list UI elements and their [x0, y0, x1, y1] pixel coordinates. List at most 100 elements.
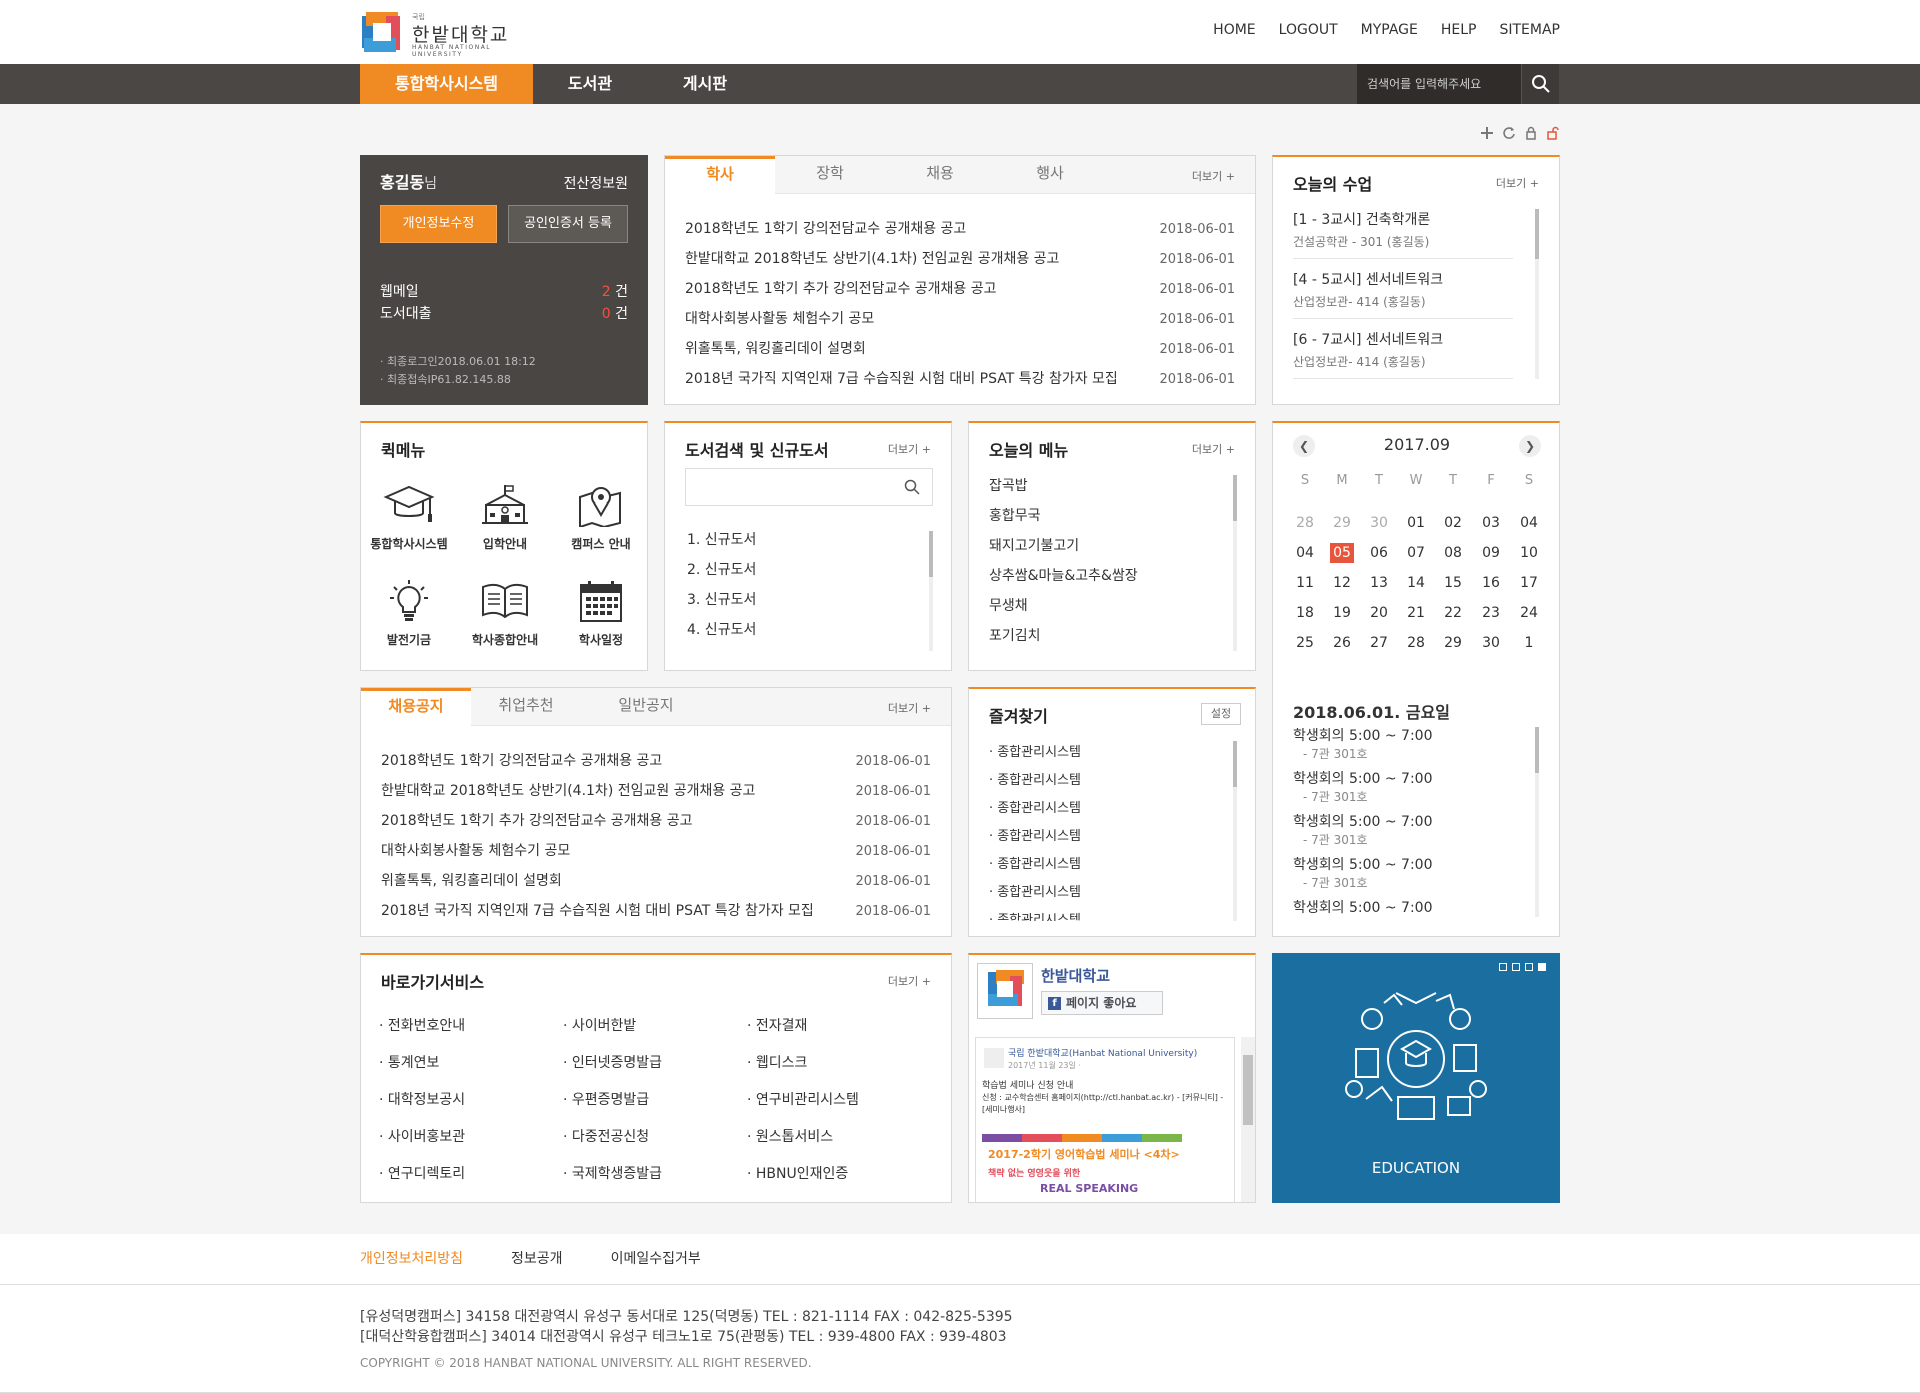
shortcut-link[interactable]: · 전자결재: [747, 1015, 807, 1035]
university-logo[interactable]: 국립 한밭대학교 HANBAT NATIONAL UNIVERSITY: [360, 10, 540, 58]
calendar-day[interactable]: 26: [1330, 635, 1354, 651]
webmail-row[interactable]: 웹메일 2 건: [380, 281, 628, 301]
events-scrollbar[interactable]: [1535, 727, 1539, 917]
job-row[interactable]: 한밭대학교 2018학년도 상반기(4.1차) 전임교원 공개채용 공고 2018…: [381, 780, 931, 800]
calendar-day[interactable]: 14: [1404, 575, 1428, 591]
new-book-item[interactable]: 4. 신규도서: [687, 619, 756, 639]
calendar-day[interactable]: 12: [1330, 575, 1354, 591]
quick-campus-guide[interactable]: 캠퍼스 안내: [553, 483, 649, 552]
shortcut-link[interactable]: · 사이버홍보관: [379, 1126, 465, 1146]
classes-scrollbar[interactable]: [1535, 209, 1539, 379]
event-item[interactable]: 학생회의 5:00 ~ 7:00 - 7관 301호: [1293, 725, 1523, 762]
calendar-day-today[interactable]: 05: [1330, 543, 1354, 563]
pager-dot[interactable]: [1512, 963, 1520, 971]
calendar-day[interactable]: 01: [1404, 515, 1428, 531]
notice-row[interactable]: 2018년 국가직 지역인재 7급 수습직원 시험 대비 PSAT 특강 참가자…: [685, 368, 1235, 388]
favorite-item[interactable]: · 종합관리시스템: [989, 797, 1081, 816]
footer-disclosure-link[interactable]: 정보공개: [511, 1248, 563, 1268]
favorites-setting-button[interactable]: 설정: [1201, 703, 1241, 725]
calendar-day[interactable]: 17: [1517, 575, 1541, 591]
register-certificate-button[interactable]: 공인인증서 등록: [508, 205, 628, 243]
notice-row[interactable]: 대학사회봉사활동 체험수기 공모 2018-06-01: [685, 308, 1235, 328]
notice-row[interactable]: 2018학년도 1학기 강의전담교수 공개채용 공고 2018-06-01: [685, 218, 1235, 238]
gnb-board[interactable]: 게시판: [655, 64, 755, 104]
calendar-day[interactable]: 18: [1293, 605, 1317, 621]
calendar-day[interactable]: 15: [1441, 575, 1465, 591]
calendar-day[interactable]: 21: [1404, 605, 1428, 621]
favorites-scrollbar[interactable]: [1233, 741, 1237, 921]
calendar-day[interactable]: 20: [1367, 605, 1391, 621]
classes-more-link[interactable]: 더보기 +: [1496, 175, 1539, 191]
calendar-day[interactable]: 06: [1367, 545, 1391, 561]
education-banner[interactable]: EDUCATION: [1272, 953, 1560, 1203]
calendar-day[interactable]: 25: [1293, 635, 1317, 651]
facebook-scrollbar[interactable]: [1241, 1037, 1255, 1202]
menu-scrollbar[interactable]: [1233, 475, 1237, 651]
event-item[interactable]: 학생회의 5:00 ~ 7:00 - 7관 301호: [1293, 768, 1523, 805]
jobs-more-link[interactable]: 더보기 +: [888, 700, 931, 716]
calendar-day[interactable]: 30: [1367, 515, 1391, 531]
util-home-link[interactable]: HOME: [1213, 22, 1255, 38]
tab-job-notice[interactable]: 채용공지: [361, 688, 471, 727]
notice-more-link[interactable]: 더보기 +: [1192, 168, 1235, 184]
util-sitemap-link[interactable]: SITEMAP: [1499, 22, 1560, 38]
calendar-day[interactable]: 23: [1479, 605, 1503, 621]
class-item[interactable]: [4 - 5교시] 센서네트워크 산업정보관- 414 (홍길동): [1293, 269, 1513, 310]
favorite-item[interactable]: · 종합관리시스템: [989, 881, 1081, 900]
tab-recruitment[interactable]: 채용: [885, 156, 995, 194]
calendar-day[interactable]: 1: [1517, 635, 1541, 651]
calendar-day[interactable]: 29: [1441, 635, 1465, 651]
tab-academic[interactable]: 학사: [665, 156, 775, 195]
tab-events[interactable]: 행사: [995, 156, 1105, 194]
pager-dot[interactable]: [1525, 963, 1533, 971]
calendar-day[interactable]: 04: [1293, 545, 1317, 561]
calendar-day[interactable]: 03: [1479, 515, 1503, 531]
shortcut-link[interactable]: · 통계연보: [379, 1052, 439, 1072]
calendar-day[interactable]: 28: [1293, 515, 1317, 531]
quick-academic-calendar[interactable]: 학사일정: [553, 579, 649, 648]
loan-row[interactable]: 도서대출 0 건: [380, 303, 628, 323]
quick-academic-guide[interactable]: 학사종합안내: [457, 579, 553, 648]
favorite-item[interactable]: · 종합관리시스템: [989, 825, 1081, 844]
edit-profile-button[interactable]: 개인정보수정: [380, 205, 497, 243]
favorite-item[interactable]: · 종합관리시스템: [989, 769, 1081, 788]
event-item[interactable]: 학생회의 5:00 ~ 7:00: [1293, 897, 1523, 917]
calendar-day[interactable]: 07: [1404, 545, 1428, 561]
shortcut-link[interactable]: · 원스톱서비스: [747, 1126, 833, 1146]
shortcut-link[interactable]: · 사이버한밭: [563, 1015, 636, 1035]
event-item[interactable]: 학생회의 5:00 ~ 7:00 - 7관 301호: [1293, 811, 1523, 848]
facebook-page-avatar[interactable]: [977, 963, 1033, 1019]
shortcut-link[interactable]: · HBNU인재인증: [747, 1163, 848, 1183]
scroll-thumb[interactable]: [1243, 1055, 1253, 1125]
footer-email-reject-link[interactable]: 이메일수집거부: [611, 1248, 701, 1268]
util-mypage-link[interactable]: MYPAGE: [1361, 22, 1418, 38]
gnb-library[interactable]: 도서관: [540, 64, 640, 104]
library-scrollbar[interactable]: [929, 531, 933, 651]
search-button[interactable]: [1521, 64, 1559, 104]
search-icon[interactable]: [904, 479, 920, 495]
job-row[interactable]: 2018학년도 1학기 추가 강의전담교수 공개채용 공고 2018-06-01: [381, 810, 931, 830]
tab-general-notice[interactable]: 일반공지: [581, 688, 711, 726]
calendar-day[interactable]: 19: [1330, 605, 1354, 621]
shortcut-link[interactable]: · 국제학생증발급: [563, 1163, 662, 1183]
library-search-box[interactable]: [685, 468, 933, 506]
shortcut-link[interactable]: · 대학정보공시: [379, 1089, 465, 1109]
util-logout-link[interactable]: LOGOUT: [1279, 22, 1338, 38]
tab-job-recommend[interactable]: 취업추천: [471, 688, 581, 726]
tab-scholarship[interactable]: 장학: [775, 156, 885, 194]
add-icon[interactable]: [1480, 126, 1494, 140]
shortcut-link[interactable]: · 인터넷증명발급: [563, 1052, 662, 1072]
job-row[interactable]: 2018년 국가직 지역인재 7급 수습직원 시험 대비 PSAT 특강 참가자…: [381, 900, 931, 920]
calendar-day[interactable]: 24: [1517, 605, 1541, 621]
library-more-link[interactable]: 더보기 +: [888, 441, 931, 457]
calendar-day[interactable]: 04: [1517, 515, 1541, 531]
search-input[interactable]: [1357, 64, 1521, 104]
util-help-link[interactable]: HELP: [1441, 22, 1477, 38]
footer-privacy-link[interactable]: 개인정보처리방침: [360, 1248, 463, 1268]
calendar-day[interactable]: 30: [1479, 635, 1503, 651]
calendar-day[interactable]: 08: [1441, 545, 1465, 561]
calendar-day[interactable]: 27: [1367, 635, 1391, 651]
menu-more-link[interactable]: 더보기 +: [1192, 441, 1235, 457]
shortcut-link[interactable]: · 다중전공신청: [563, 1126, 649, 1146]
class-item[interactable]: [1 - 3교시] 건축학개론 건설공학관 - 301 (홍길동): [1293, 209, 1513, 250]
